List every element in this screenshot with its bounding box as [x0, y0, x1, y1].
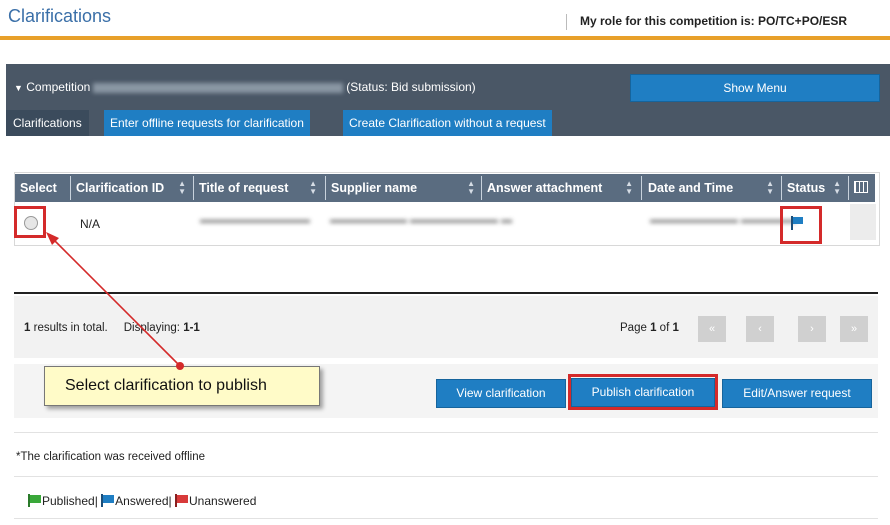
- column-divider: [325, 176, 326, 200]
- clarification-id-cell: N/A: [80, 217, 101, 231]
- sort-icon: ▲ ▼: [309, 179, 317, 196]
- section-divider: [14, 432, 878, 433]
- legend-unanswered: Unanswered: [189, 494, 257, 508]
- highlight-publish-box: [568, 374, 718, 410]
- column-header-select: Select: [20, 181, 57, 195]
- sort-icon: ▲ ▼: [766, 179, 774, 196]
- flag-green-icon: [28, 494, 41, 507]
- displaying-label: Displaying:: [123, 322, 180, 334]
- last-page-icon[interactable]: »: [840, 316, 868, 342]
- legend-published: Published|: [42, 494, 98, 508]
- header-divider: [566, 14, 567, 30]
- tab-create-clarification[interactable]: Create Clarification without a request: [343, 110, 552, 136]
- tab-clarifications[interactable]: Clarifications: [6, 110, 89, 136]
- column-header-label: Title of request: [199, 181, 289, 195]
- competition-toggle[interactable]: ▼ Competition (Status: Bid submission): [14, 80, 476, 94]
- column-divider: [193, 176, 194, 200]
- next-page-icon[interactable]: ›: [798, 316, 826, 342]
- page-total: 1: [672, 322, 679, 334]
- column-header-clarification-id[interactable]: Clarification ID ▲ ▼: [76, 174, 190, 202]
- date-cell-redacted: ▬▬▬▬▬▬▬▬ ▬▬▬▬▬: [650, 214, 797, 226]
- column-divider: [641, 176, 642, 200]
- column-header-label: Status: [787, 181, 826, 195]
- chevron-down-icon: ▼: [14, 83, 23, 93]
- supplier-cell-redacted: ▬▬▬▬▬▬▬ ▬▬▬▬▬▬▬▬ ▬: [330, 214, 513, 226]
- competition-status: (Status: Bid submission): [346, 80, 476, 94]
- results-summary: 1 results in total. Displaying: 1-1: [24, 322, 200, 334]
- sort-icon: ▲ ▼: [833, 179, 841, 196]
- sort-icon: ▲ ▼: [625, 179, 633, 196]
- section-divider: [14, 476, 878, 477]
- legend-answered: Answered|: [115, 494, 172, 508]
- offline-note: *The clarification was received offline: [16, 451, 205, 463]
- status-legend: Published| Answered| Unanswered: [28, 494, 256, 508]
- column-chooser-icon[interactable]: [854, 181, 868, 193]
- column-header-supplier[interactable]: Supplier name ▲ ▼: [331, 174, 479, 202]
- results-label: results in total.: [33, 322, 108, 334]
- role-text: My role for this competition is: PO/TC+P…: [580, 14, 848, 28]
- sort-icon: ▲ ▼: [178, 179, 186, 196]
- column-header-answer-attachment[interactable]: Answer attachment ▲ ▼: [487, 174, 637, 202]
- header-rule: [0, 36, 890, 40]
- competition-prefix: Competition: [26, 80, 91, 94]
- results-count: 1: [24, 322, 31, 334]
- sort-icon: ▲ ▼: [467, 179, 475, 196]
- prev-page-icon[interactable]: ‹: [746, 316, 774, 342]
- flag-red-icon: [175, 494, 188, 507]
- title-cell-redacted: ▬▬▬▬▬▬▬▬▬▬: [200, 214, 310, 226]
- grid-divider: [14, 292, 878, 294]
- tab-offline-requests[interactable]: Enter offline requests for clarification: [104, 110, 310, 136]
- instruction-callout: Select clarification to publish: [44, 366, 320, 406]
- column-header-label: Date and Time: [648, 181, 734, 195]
- column-divider: [781, 176, 782, 200]
- table-row-spacer: [850, 204, 876, 240]
- column-header-date-time[interactable]: Date and Time ▲ ▼: [648, 174, 778, 202]
- column-divider: [70, 176, 71, 200]
- flag-blue-icon: [101, 494, 115, 507]
- page-indicator: Page 1 of 1: [620, 322, 679, 334]
- edit-answer-request-button[interactable]: Edit/Answer request: [722, 379, 872, 408]
- column-header-title[interactable]: Title of request ▲ ▼: [199, 174, 321, 202]
- column-divider: [481, 176, 482, 200]
- page-current: 1: [650, 322, 657, 334]
- show-menu-button[interactable]: Show Menu: [630, 74, 880, 102]
- section-divider: [14, 518, 878, 519]
- first-page-icon[interactable]: «: [698, 316, 726, 342]
- highlight-select-box: [14, 206, 46, 238]
- view-clarification-button[interactable]: View clarification: [436, 379, 566, 408]
- column-divider: [848, 176, 849, 200]
- column-header-label: Supplier name: [331, 181, 418, 195]
- column-header-label: Clarification ID: [76, 181, 165, 195]
- competition-name-redacted: [93, 83, 344, 94]
- highlight-status-box: [780, 206, 822, 244]
- column-header-label: Answer attachment: [487, 181, 603, 195]
- page-label: Page: [620, 322, 647, 334]
- displaying-range: 1-1: [183, 322, 200, 334]
- page-of: of: [659, 322, 670, 334]
- column-header-status[interactable]: Status ▲ ▼: [787, 174, 845, 202]
- page-title: Clarifications: [8, 6, 112, 26]
